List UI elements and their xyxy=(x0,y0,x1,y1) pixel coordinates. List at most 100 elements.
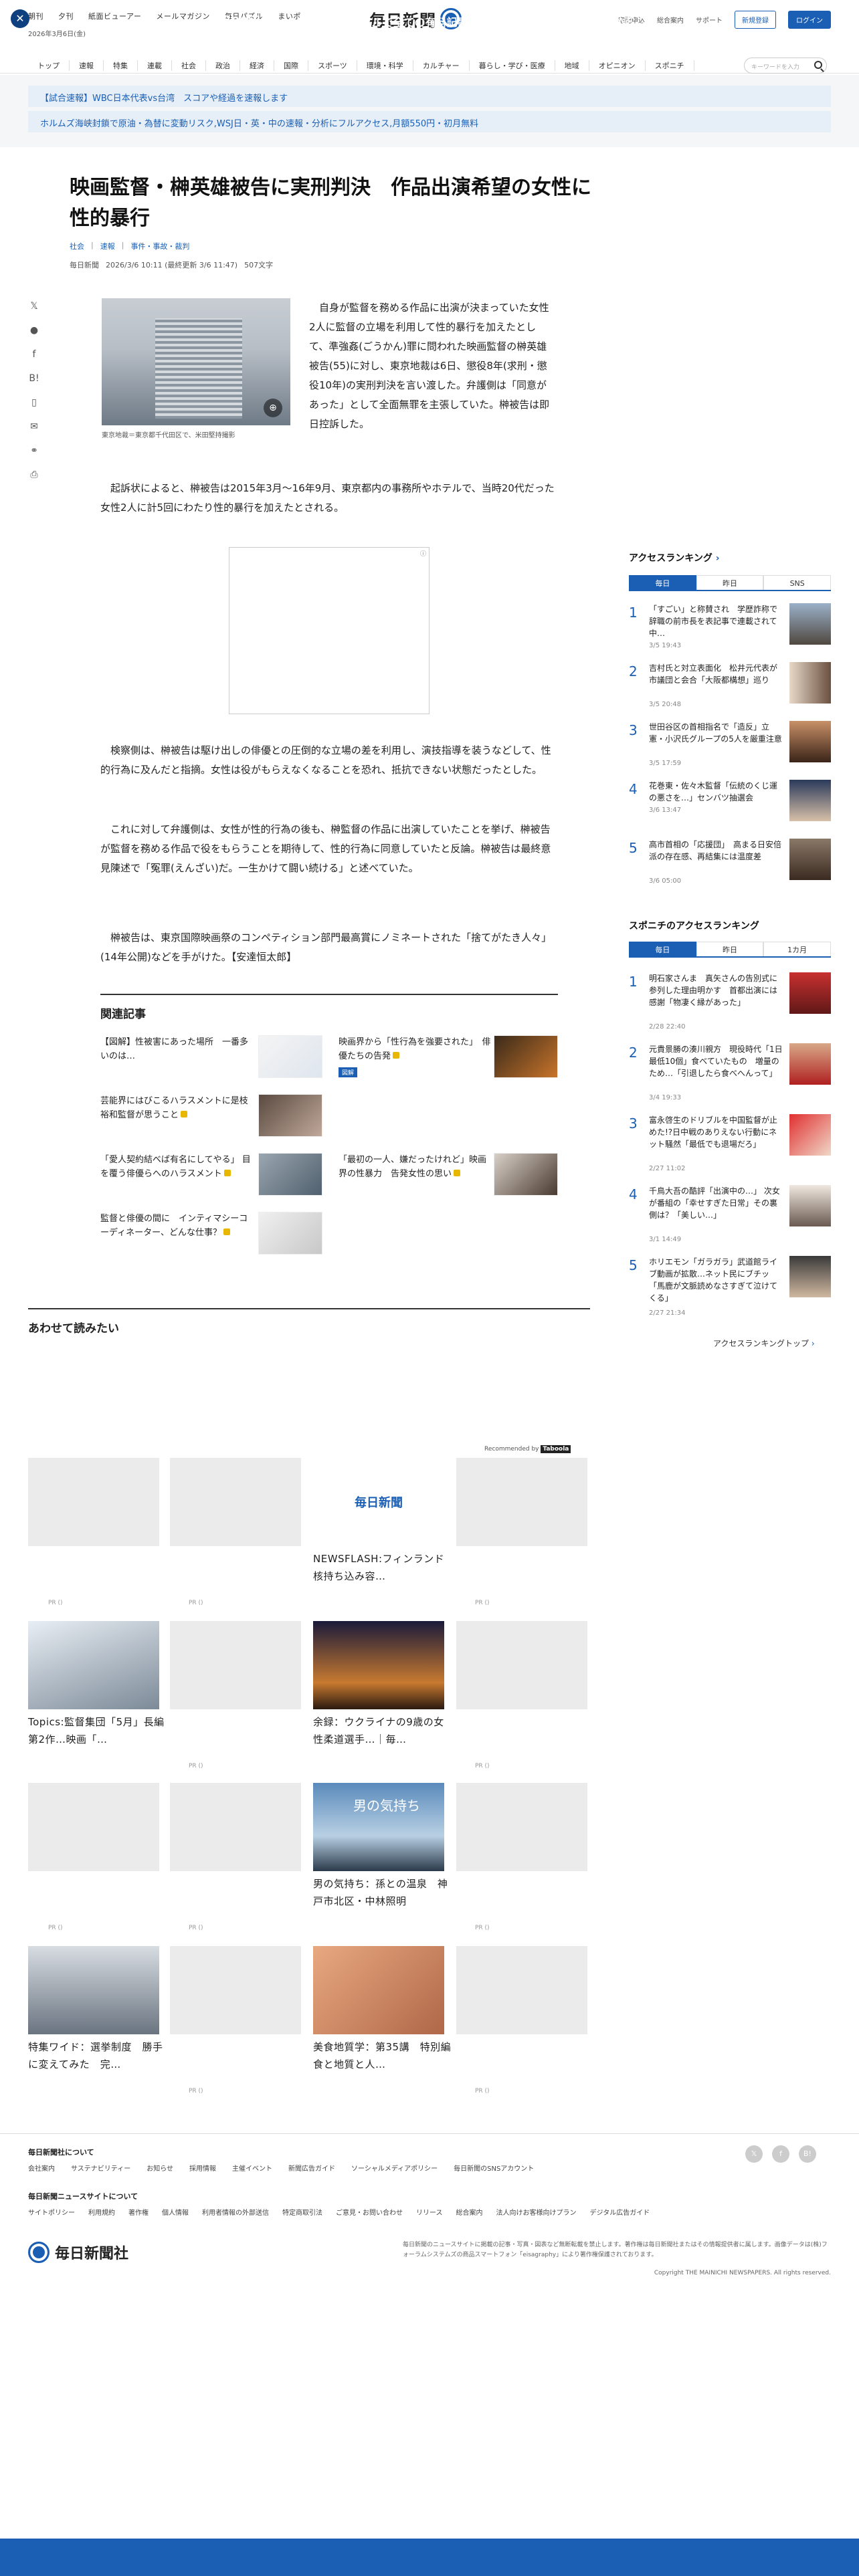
tab-daily[interactable]: 毎日 xyxy=(629,575,696,590)
ad-slot[interactable]: ⓘ xyxy=(229,547,430,714)
mail-icon[interactable]: ✉ xyxy=(28,421,40,435)
related-thumb[interactable] xyxy=(258,1212,322,1255)
top-link[interactable]: 夕刊 xyxy=(58,11,74,21)
ranking-item[interactable]: 4 花巻東・佐々木監督「伝統のくじ運の悪さを…」センバツ抽選会 3/6 13:4… xyxy=(629,774,831,835)
footer-link[interactable]: お知らせ xyxy=(147,2163,173,2173)
tab-sns[interactable]: SNS xyxy=(763,575,832,590)
recommend-tile[interactable]: 毎日新聞 xyxy=(313,1458,444,1546)
nav-life[interactable]: 暮らし・学び・医療 xyxy=(470,60,555,71)
recommend-tile[interactable] xyxy=(28,1946,159,2034)
close-icon[interactable]: ✕ xyxy=(11,9,29,28)
breaking-news-2[interactable]: ホルムズ海峡封鎖で原油・為替に変動リスク,WSJ日・英・中の速報・分析にフルアク… xyxy=(28,111,831,132)
banner-cta[interactable]: 今すぐ申し込む ＞ xyxy=(561,12,650,28)
recommend-tile[interactable] xyxy=(456,1458,587,1546)
info-link[interactable]: 総合案内 xyxy=(657,15,684,25)
ranking-item[interactable]: 2 元貴景勝の湊川親方 現役時代「1日最低10個」食べていたもの 増量のため…「… xyxy=(629,1038,831,1107)
hatena-icon[interactable]: B! xyxy=(28,373,40,387)
recommended-by[interactable]: Recommended by Taboola xyxy=(484,1445,571,1453)
facebook-icon[interactable]: f xyxy=(28,349,40,362)
hatena-icon[interactable]: B! xyxy=(799,2145,816,2163)
footer-link[interactable]: 総合案内 xyxy=(456,2207,483,2217)
footer-link[interactable]: ご意見・お問い合わせ xyxy=(336,2207,403,2217)
tab-daily[interactable]: 毎日 xyxy=(629,942,696,956)
related-item[interactable]: 監督と俳優の間に インティマシーコーディネーター、どんな仕事？ xyxy=(100,1212,254,1240)
recommend-tile[interactable] xyxy=(28,1783,159,1871)
nav-world[interactable]: 国際 xyxy=(274,60,308,71)
ranking-item[interactable]: 3 富永啓生のドリブルを中国監督が止めた!?日中戦のありえない行動にネット騒然「… xyxy=(629,1109,831,1178)
tab-yesterday[interactable]: 昨日 xyxy=(696,942,764,956)
footer-link[interactable]: 法人向けお客様向けプラン xyxy=(496,2207,577,2217)
nav-economy[interactable]: 経済 xyxy=(240,60,274,71)
article-photo[interactable]: ⊕ xyxy=(102,298,290,425)
footer-link[interactable]: 個人情報 xyxy=(162,2207,189,2217)
print-icon[interactable]: ⎙ xyxy=(28,469,40,483)
recommend-caption[interactable]: Topics:監督集団「5月」長編第2作…映画「… xyxy=(28,1713,169,1748)
login-button[interactable]: ログイン xyxy=(788,11,831,29)
footer-link[interactable]: サステナビリティー xyxy=(71,2163,130,2173)
ranking-item[interactable]: 2 吉村氏と対立表面化 松井元代表が市議団と会合「大阪都構想」巡り 3/5 20… xyxy=(629,657,831,717)
nav-sponichi[interactable]: スポニチ xyxy=(646,60,694,71)
link-icon[interactable]: ⚭ xyxy=(28,445,40,459)
recommend-tile[interactable]: 男の気持ち xyxy=(313,1783,444,1871)
breaking-news-1[interactable]: 【試合速報】WBC日本代表vs台湾 スコアや経過を速報します xyxy=(28,86,831,107)
footer-logo[interactable]: 毎日新聞社 xyxy=(28,2242,128,2263)
recommend-tile[interactable] xyxy=(456,1946,587,2034)
facebook-icon[interactable]: f xyxy=(772,2145,789,2163)
ranking-item[interactable]: 1 「すごい」と称賛され 学歴詐称で辞職の前市長を表記事で連載されて中… 3/5… xyxy=(629,598,831,658)
related-thumb[interactable] xyxy=(494,1153,558,1196)
recommend-tile[interactable] xyxy=(28,1621,159,1709)
related-thumb[interactable] xyxy=(258,1035,322,1078)
nav-series[interactable]: 連載 xyxy=(138,60,172,71)
footer-link[interactable]: 新聞広告ガイド xyxy=(288,2163,335,2173)
nav-opinion[interactable]: オピニオン xyxy=(589,60,646,71)
nav-culture[interactable]: カルチャー xyxy=(413,60,470,71)
search-input[interactable]: キーワードを入力 xyxy=(744,58,827,74)
recommend-caption[interactable]: 特集ワイド：選挙制度 勝手に変えてみた 完… xyxy=(28,2038,169,2073)
support-link[interactable]: サポート xyxy=(696,15,723,25)
recommend-tile[interactable] xyxy=(170,1783,301,1871)
recommend-caption[interactable]: 余録：ウクライナの9歳の女性柔道選手…｜毎… xyxy=(313,1713,454,1748)
bookmark-icon[interactable]: ▯ xyxy=(28,397,40,411)
footer-link[interactable]: サイトポリシー xyxy=(28,2207,75,2217)
footer-link[interactable]: 特定商取引法 xyxy=(282,2207,322,2217)
register-button[interactable]: 新規登録 xyxy=(735,11,776,29)
nav-region[interactable]: 地域 xyxy=(555,60,589,71)
category-link[interactable]: 事件・事故・裁判 xyxy=(130,241,189,251)
tab-yesterday[interactable]: 昨日 xyxy=(696,575,764,590)
footer-link[interactable]: リリース xyxy=(416,2207,443,2217)
nav-politics[interactable]: 政治 xyxy=(206,60,240,71)
x-share-icon[interactable]: 𝕏 xyxy=(28,301,40,314)
zoom-icon[interactable]: ⊕ xyxy=(264,399,282,417)
ranking-item[interactable]: 5 ホリエモン「ガラガラ」武道館ライブ動画が拡散…ネット民にブチッ「馬鹿が文脈読… xyxy=(629,1251,831,1320)
related-item[interactable]: 「愛人契約結べば有名にしてやる」 目を覆う俳優らへのハラスメント xyxy=(100,1153,254,1181)
recommend-tile[interactable] xyxy=(28,1458,159,1546)
footer-link[interactable]: 利用者情報の外部送信 xyxy=(202,2207,269,2217)
ad-info-icon[interactable]: ⓘ xyxy=(420,549,426,558)
footer-link[interactable]: 利用規約 xyxy=(88,2207,115,2217)
sponichi-ranking-title[interactable]: スポニチのアクセスランキング xyxy=(629,919,759,932)
comment-icon[interactable]: ● xyxy=(28,325,40,338)
ranking-more-link[interactable]: アクセスランキングトップ › xyxy=(713,1337,815,1349)
recommend-tile[interactable] xyxy=(170,1621,301,1709)
tab-month[interactable]: 1カ月 xyxy=(763,942,832,956)
footer-link[interactable]: ソーシャルメディアポリシー xyxy=(351,2163,438,2173)
nav-sports[interactable]: スポーツ xyxy=(308,60,357,71)
related-thumb[interactable] xyxy=(494,1035,558,1078)
footer-link[interactable]: 著作権 xyxy=(128,2207,149,2217)
ranking-item[interactable]: 1 明石家さんま 真矢さんの告別式に参列した理由明かす 首都出演には感謝「物凄く… xyxy=(629,967,831,1037)
x-icon[interactable]: 𝕏 xyxy=(745,2145,763,2163)
category-link[interactable]: 社会 xyxy=(70,241,84,251)
recommend-tile[interactable] xyxy=(456,1621,587,1709)
search-icon[interactable] xyxy=(814,61,822,69)
top-link[interactable]: メールマガジン xyxy=(156,11,210,21)
related-item[interactable]: 「最初の一人、嫌だったけれど」映画界の性暴力 告発女性の思い xyxy=(339,1153,492,1181)
related-item[interactable]: 芸能界にはびこるハラスメントに是枝裕和監督が思うこと xyxy=(100,1094,254,1122)
related-thumb[interactable] xyxy=(258,1153,322,1196)
ranking-item[interactable]: 3 世田谷区の首相指名で「造反」立憲・小沢氏グループの5人を厳重注意 3/5 1… xyxy=(629,716,831,776)
top-link[interactable]: 朝刊 xyxy=(28,11,43,21)
recommend-caption[interactable]: 美食地質学：第35講 特別編 食と地質と人… xyxy=(313,2038,461,2073)
nav-society[interactable]: 社会 xyxy=(172,60,206,71)
related-item[interactable]: 【図解】性被害にあった場所 一番多いのは… xyxy=(100,1035,254,1063)
category-link[interactable]: 速報 xyxy=(100,241,115,251)
ranking-item[interactable]: 5 高市首相の「応援団」 高まる日安倍派の存在感、再結集には温度差 3/6 05… xyxy=(629,833,831,893)
